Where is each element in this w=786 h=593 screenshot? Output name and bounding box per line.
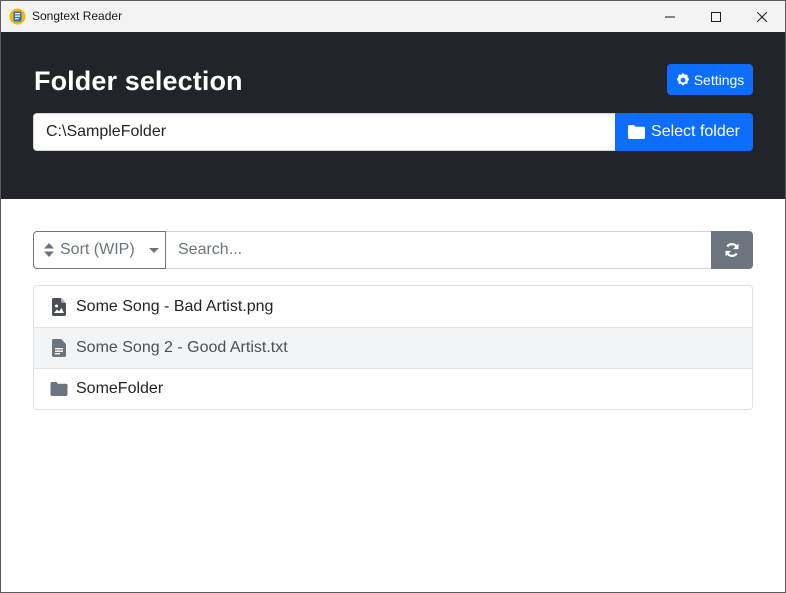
file-name: SomeFolder (76, 380, 164, 397)
gear-icon (676, 72, 689, 85)
settings-button-label: Settings (693, 71, 745, 88)
file-name: Some Song - Bad Artist.png (76, 297, 274, 315)
select-folder-label: Select folder (651, 123, 740, 140)
sort-dropdown-button[interactable]: Sort (WIP) (33, 231, 166, 269)
window-title: Songtext Reader (32, 9, 123, 23)
close-button[interactable] (739, 1, 785, 32)
refresh-icon (725, 243, 739, 257)
search-input[interactable] (166, 231, 711, 269)
select-folder-button[interactable]: Select folder (615, 113, 753, 151)
filter-toolbar: Sort (WIP) (33, 231, 753, 269)
folder-icon (50, 382, 68, 396)
sort-label: Sort (WIP) (60, 241, 135, 258)
sort-icon (44, 243, 54, 257)
page-title: Folder selection (34, 66, 243, 96)
chevron-down-icon (148, 247, 159, 253)
folder-icon (628, 125, 646, 139)
minimize-icon (665, 16, 675, 17)
folder-path-input[interactable] (33, 113, 615, 151)
close-icon (757, 11, 767, 22)
file-list-item[interactable]: SomeFolder (34, 368, 752, 409)
folder-selection-header: Folder selection Settings Select folder (1, 32, 785, 199)
file-name: Some Song 2 - Good Artist.txt (76, 339, 288, 356)
file-list-item[interactable]: Some Song 2 - Good Artist.txt (34, 327, 752, 368)
refresh-button[interactable] (711, 231, 753, 269)
file-list: Some Song - Bad Artist.png Some Song 2 -… (33, 285, 753, 410)
image-file-icon (52, 297, 66, 316)
text-file-icon (52, 339, 66, 357)
folder-path-group: Select folder (33, 113, 753, 151)
file-list-item[interactable]: Some Song - Bad Artist.png (34, 286, 752, 327)
minimize-button[interactable] (647, 1, 693, 32)
maximize-icon (711, 11, 721, 22)
title-bar[interactable]: Songtext Reader (1, 1, 785, 32)
settings-button[interactable]: Settings (667, 64, 753, 95)
app-window: Songtext Reader Folder selection Setting… (0, 0, 786, 593)
maximize-button[interactable] (693, 1, 739, 32)
app-logo-icon (9, 8, 26, 25)
